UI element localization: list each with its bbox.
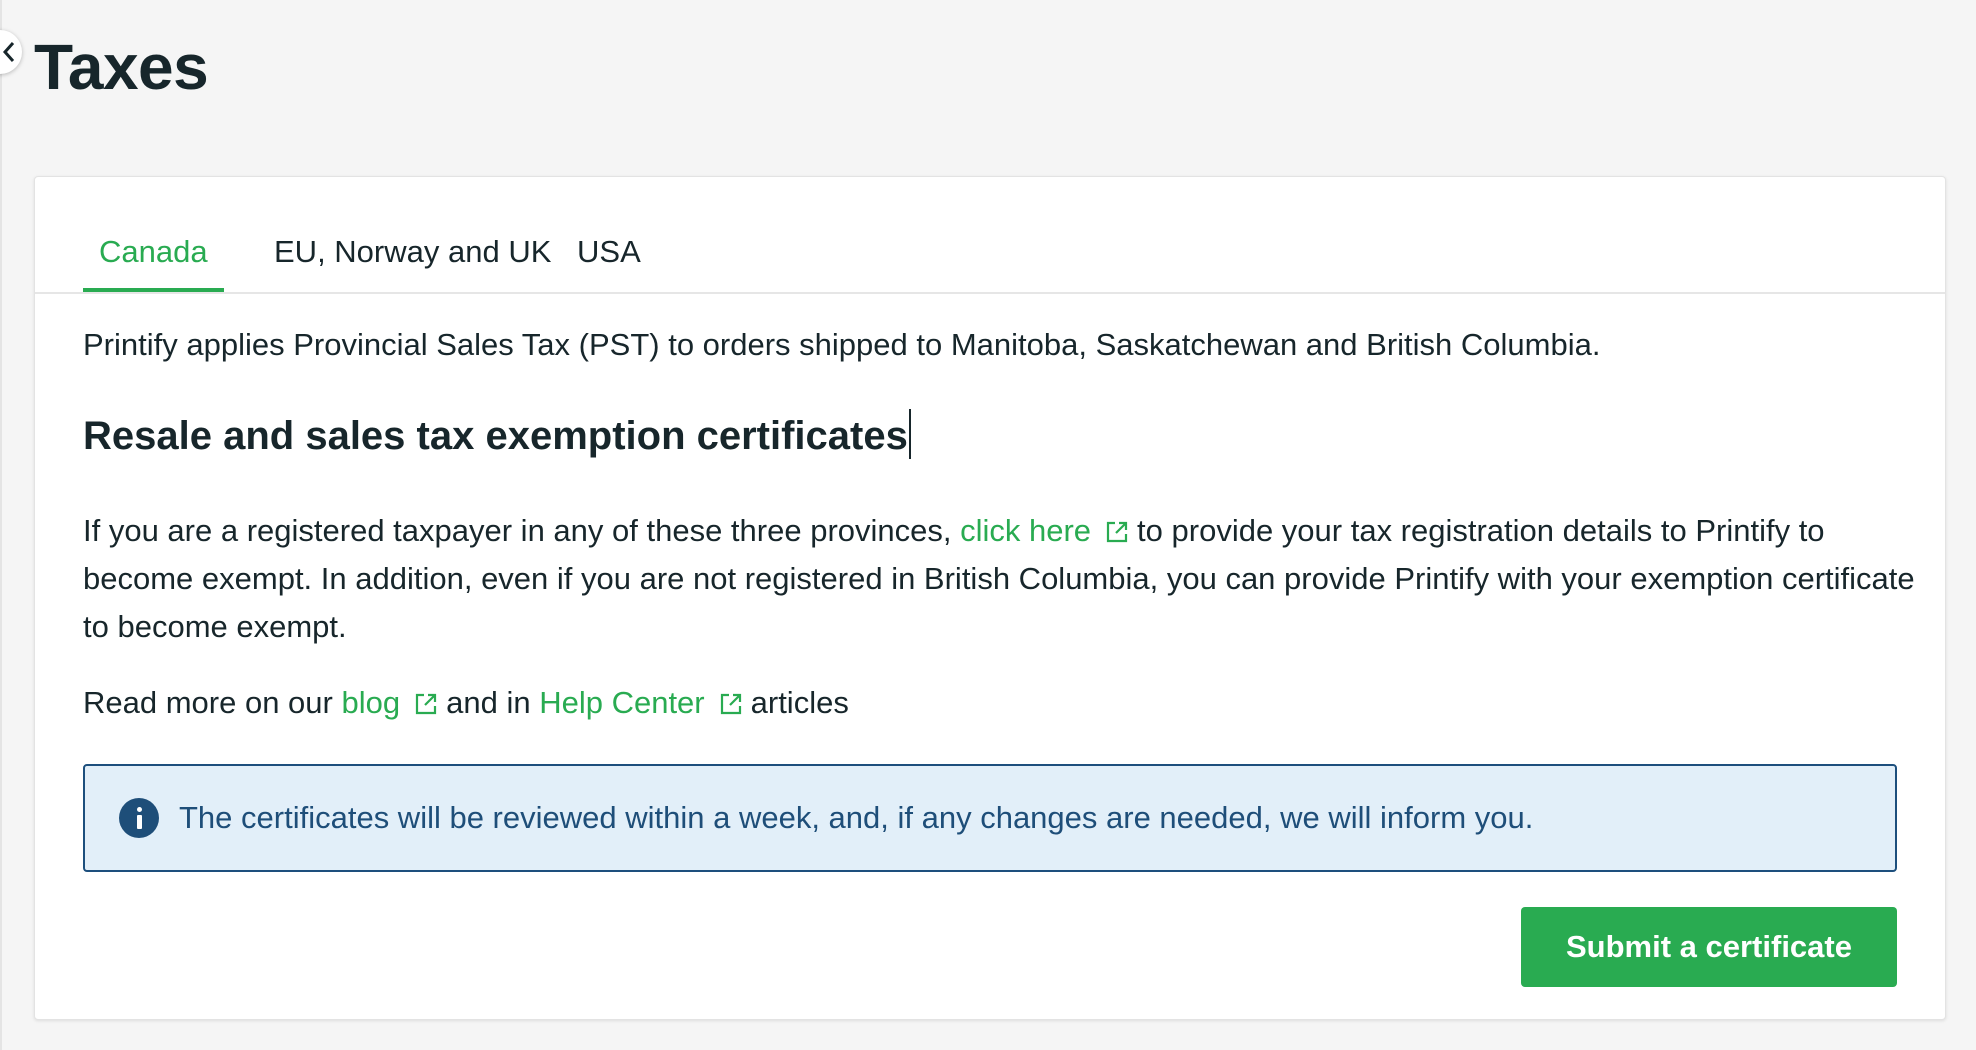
external-link-icon [720, 693, 741, 715]
section-title-text: Resale and sales tax exemption certifica… [83, 414, 908, 458]
page-title: Taxes [34, 31, 209, 103]
paragraph-before-link: If you are a registered taxpayer in any … [83, 513, 952, 548]
help-center-link[interactable]: Help Center [539, 685, 704, 720]
read-more-line: Read more on our blog and in Help Center a… [83, 685, 849, 721]
external-link-icon [1106, 521, 1128, 543]
chevron-left-icon [2, 42, 15, 62]
tab-canada[interactable]: Canada [83, 227, 224, 292]
info-text: The certificates will be reviewed within… [179, 800, 1534, 835]
submit-certificate-button[interactable]: Submit a certificate [1521, 907, 1897, 987]
tab-usa[interactable]: USA [561, 227, 657, 292]
info-banner: The certificates will be reviewed within… [83, 764, 1897, 872]
collapse-sidebar-button[interactable] [0, 30, 22, 74]
intro-text: Printify applies Provincial Sales Tax (P… [83, 327, 1601, 362]
text-cursor [908, 409, 911, 459]
info-icon [119, 798, 159, 838]
blog-link[interactable]: blog [342, 685, 401, 720]
section-title: Resale and sales tax exemption certifica… [83, 409, 911, 459]
tab-bar: Canada EU, Norway and UK USA [35, 177, 1945, 294]
read-more-middle: and in [446, 685, 531, 720]
external-link-icon [416, 693, 437, 715]
taxes-card: Canada EU, Norway and UK USA Printify ap… [34, 176, 1946, 1020]
read-more-prefix: Read more on our [83, 685, 333, 720]
exemption-paragraph: If you are a registered taxpayer in any … [83, 507, 1923, 651]
read-more-suffix: articles [750, 685, 849, 720]
tab-eu-norway-uk[interactable]: EU, Norway and UK [258, 227, 567, 292]
sidebar-edge [0, 0, 2, 1050]
click-here-link[interactable]: click here [960, 513, 1091, 548]
